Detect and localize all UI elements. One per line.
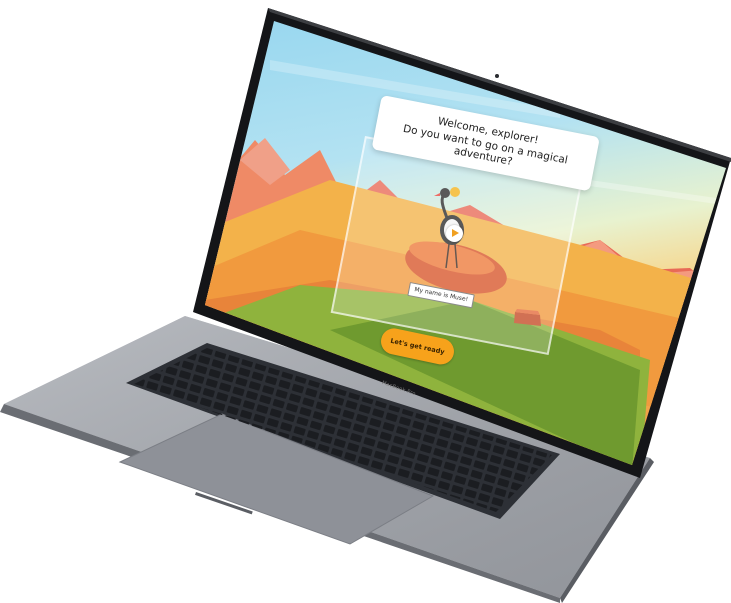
play-button[interactable] (446, 225, 463, 242)
laptop-scene: My name is Muse! Welcome, explorer! Do y… (0, 0, 731, 603)
play-icon (452, 229, 459, 237)
camera-icon (495, 74, 499, 78)
